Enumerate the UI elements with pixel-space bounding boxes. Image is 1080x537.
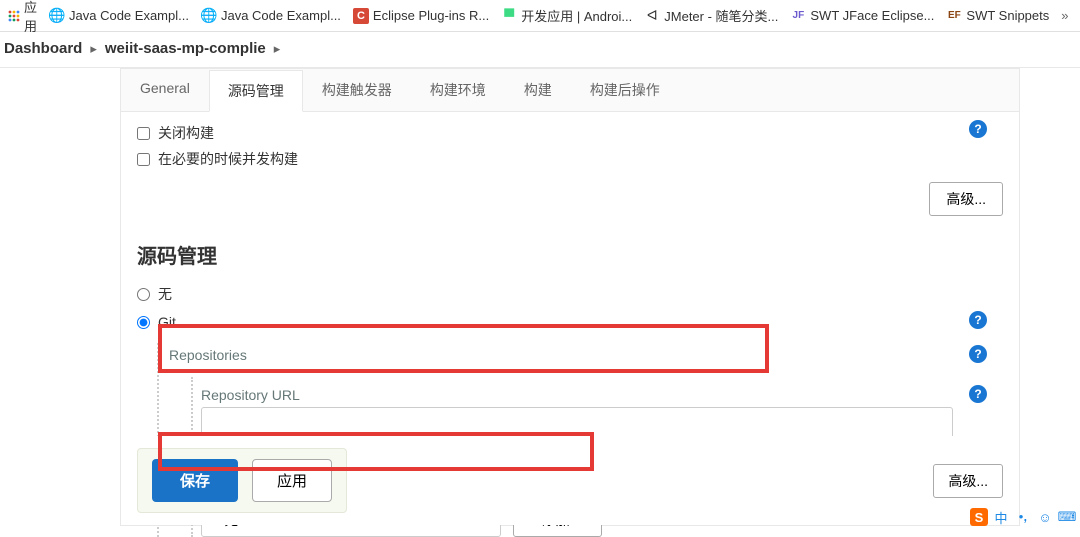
scm-git-radio[interactable] xyxy=(137,316,150,329)
tab-post-build[interactable]: 构建后操作 xyxy=(571,69,679,111)
bookmark-item-4[interactable]: ᐊ JMeter - 随笔分类... xyxy=(644,6,778,25)
breadcrumb-job[interactable]: weiit-saas-mp-complie xyxy=(105,40,266,57)
apply-button[interactable]: 应用 xyxy=(252,459,332,502)
tab-triggers[interactable]: 构建触发器 xyxy=(303,69,411,111)
bookmark-label: SWT JFace Eclipse... xyxy=(810,8,934,23)
help-icon[interactable]: ? xyxy=(969,120,987,138)
advanced-button[interactable]: 高级... xyxy=(929,182,1003,216)
tab-scm[interactable]: 源码管理 xyxy=(209,70,303,112)
concurrent-build-checkbox[interactable] xyxy=(137,153,150,166)
ime-keyboard-icon[interactable]: ⌨ xyxy=(1058,508,1076,526)
close-build-label: 关闭构建 xyxy=(158,123,214,143)
sogou-ime-icon[interactable]: S xyxy=(970,508,988,526)
ef-icon: EF xyxy=(946,8,962,24)
globe-icon: 🌐 xyxy=(49,8,65,24)
bookmark-item-6[interactable]: EF SWT Snippets xyxy=(946,8,1049,24)
concurrent-build-row: 在必要的时候并发构建 xyxy=(137,146,1003,172)
help-icon[interactable]: ? xyxy=(969,345,987,363)
eclipse-c-icon: C xyxy=(353,8,369,24)
advanced-row: 高级... xyxy=(137,172,1003,226)
tab-general[interactable]: General xyxy=(121,69,209,111)
bookmark-item-1[interactable]: 🌐 Java Code Exampl... xyxy=(201,8,341,24)
bookmarks-overflow[interactable]: » xyxy=(1061,8,1068,23)
ime-tray: S 中 •ꓹ ☺ ⌨ xyxy=(970,508,1076,526)
save-button[interactable]: 保存 xyxy=(152,459,238,502)
bookmark-label: SWT Snippets xyxy=(966,8,1049,23)
apps-button[interactable]: 应用 xyxy=(8,0,37,35)
jface-icon: JF xyxy=(790,8,806,24)
bookmark-item-5[interactable]: JF SWT JFace Eclipse... xyxy=(790,8,934,24)
ime-punct-icon[interactable]: •ꓹ xyxy=(1014,508,1032,526)
apps-label: 应用 xyxy=(24,0,37,35)
bookmark-label: Java Code Exampl... xyxy=(221,8,341,23)
chevron-right-icon: ▸ xyxy=(90,41,97,57)
footer-bar: 保存 应用 高级... xyxy=(137,436,1003,525)
repositories-label: Repositories xyxy=(169,343,1003,371)
concurrent-build-label: 在必要的时候并发构建 xyxy=(158,149,298,169)
scm-none-radio[interactable] xyxy=(137,288,150,301)
close-build-checkbox[interactable] xyxy=(137,127,150,140)
scm-none-label: 无 xyxy=(158,284,172,304)
bookmark-label: JMeter - 随笔分类... xyxy=(664,6,778,25)
help-icon[interactable]: ? xyxy=(969,385,987,403)
globe-icon: 🌐 xyxy=(201,8,217,24)
scm-git-row: Git ? xyxy=(137,309,1003,335)
advanced-button-bottom[interactable]: 高级... xyxy=(933,464,1003,498)
main-config-panel: General 源码管理 构建触发器 构建环境 构建 构建后操作 关闭构建 ? … xyxy=(120,68,1020,526)
ime-mode-icon[interactable]: 中 xyxy=(992,508,1010,526)
scm-section-title: 源码管理 xyxy=(137,226,1003,279)
chevron-right-icon: ▸ xyxy=(274,41,281,57)
bookmark-label: Java Code Exampl... xyxy=(69,8,189,23)
close-build-row: 关闭构建 ? xyxy=(137,120,1003,146)
bookmark-item-0[interactable]: 🌐 Java Code Exampl... xyxy=(49,8,189,24)
bookmark-label: Eclipse Plug-ins R... xyxy=(373,8,489,23)
tab-build[interactable]: 构建 xyxy=(505,69,571,111)
bookmark-item-3[interactable]: ▀ 开发应用 | Androi... xyxy=(501,6,632,25)
breadcrumb: Dashboard ▸ weiit-saas-mp-complie ▸ xyxy=(0,32,1080,68)
help-icon[interactable]: ? xyxy=(969,311,987,329)
android-icon: ▀ xyxy=(501,8,517,24)
bookmarks-bar: 应用 🌐 Java Code Exampl... 🌐 Java Code Exa… xyxy=(0,0,1080,32)
tab-build-env[interactable]: 构建环境 xyxy=(411,69,505,111)
apps-grid-icon xyxy=(8,10,20,22)
bookmark-label: 开发应用 | Androi... xyxy=(521,6,632,25)
jmeter-icon: ᐊ xyxy=(644,8,660,24)
ime-face-icon[interactable]: ☺ xyxy=(1036,508,1054,526)
scm-git-label: Git xyxy=(158,314,176,330)
breadcrumb-root[interactable]: Dashboard xyxy=(4,40,82,57)
config-tabs: General 源码管理 构建触发器 构建环境 构建 构建后操作 xyxy=(121,69,1019,112)
footer-buttons: 保存 应用 xyxy=(137,448,347,513)
bookmark-item-2[interactable]: C Eclipse Plug-ins R... xyxy=(353,8,489,24)
scm-none-row: 无 xyxy=(137,279,1003,309)
repo-url-label: Repository URL xyxy=(201,387,1003,407)
